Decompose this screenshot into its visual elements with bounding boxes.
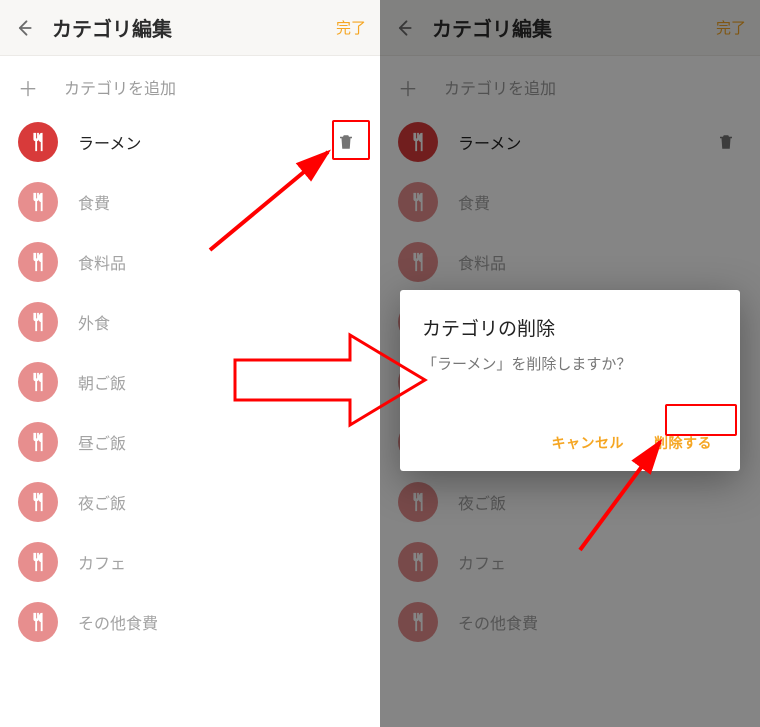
- fork-knife-icon: [18, 182, 58, 222]
- category-label: その他食費: [78, 610, 362, 634]
- category-label: 外食: [78, 310, 362, 334]
- fork-knife-icon: [18, 122, 58, 162]
- dialog-actions: キャンセル 削除する: [422, 425, 718, 461]
- dialog-title: カテゴリの削除: [422, 314, 718, 341]
- category-row[interactable]: 昼ご飯: [0, 412, 380, 472]
- category-row[interactable]: ラーメン: [0, 112, 380, 172]
- screen-right: カテゴリ編集 完了 ＋ カテゴリを追加 ラーメン食費食料品外食朝ご飯昼ご飯夜ご飯…: [380, 0, 760, 727]
- plus-icon: ＋: [18, 73, 38, 102]
- fork-knife-icon: [18, 362, 58, 402]
- header: カテゴリ編集 完了: [0, 0, 380, 56]
- category-row[interactable]: 朝ご飯: [0, 352, 380, 412]
- category-row[interactable]: 外食: [0, 292, 380, 352]
- category-row[interactable]: その他食費: [0, 592, 380, 652]
- page-title: カテゴリ編集: [52, 13, 336, 42]
- confirm-delete-button[interactable]: 削除する: [648, 425, 718, 461]
- fork-knife-icon: [18, 302, 58, 342]
- fork-knife-icon: [18, 242, 58, 282]
- delete-dialog: カテゴリの削除 「ラーメン」を削除しますか？ キャンセル 削除する: [400, 290, 740, 471]
- category-label: 朝ご飯: [78, 370, 362, 394]
- fork-knife-icon: [18, 422, 58, 462]
- fork-knife-icon: [18, 542, 58, 582]
- category-label: カフェ: [78, 550, 362, 574]
- add-category-row[interactable]: ＋ カテゴリを追加: [0, 62, 380, 112]
- fork-knife-icon: [18, 602, 58, 642]
- category-label: ラーメン: [78, 130, 330, 154]
- cancel-button[interactable]: キャンセル: [546, 425, 631, 461]
- dialog-message: 「ラーメン」を削除しますか？: [422, 353, 718, 377]
- category-label: 夜ご飯: [78, 490, 362, 514]
- category-label: 食料品: [78, 250, 362, 274]
- category-list: ラーメン食費食料品外食朝ご飯昼ご飯夜ご飯カフェその他食費: [0, 112, 380, 652]
- add-category-label: カテゴリを追加: [64, 75, 176, 99]
- back-icon[interactable]: [14, 18, 34, 38]
- screen-left: カテゴリ編集 完了 ＋ カテゴリを追加 ラーメン食費食料品外食朝ご飯昼ご飯夜ご飯…: [0, 0, 380, 727]
- category-label: 食費: [78, 190, 362, 214]
- category-row[interactable]: 食費: [0, 172, 380, 232]
- category-row[interactable]: 夜ご飯: [0, 472, 380, 532]
- done-button[interactable]: 完了: [336, 17, 366, 38]
- category-row[interactable]: カフェ: [0, 532, 380, 592]
- fork-knife-icon: [18, 482, 58, 522]
- category-row[interactable]: 食料品: [0, 232, 380, 292]
- trash-icon[interactable]: [330, 126, 362, 158]
- category-label: 昼ご飯: [78, 430, 362, 454]
